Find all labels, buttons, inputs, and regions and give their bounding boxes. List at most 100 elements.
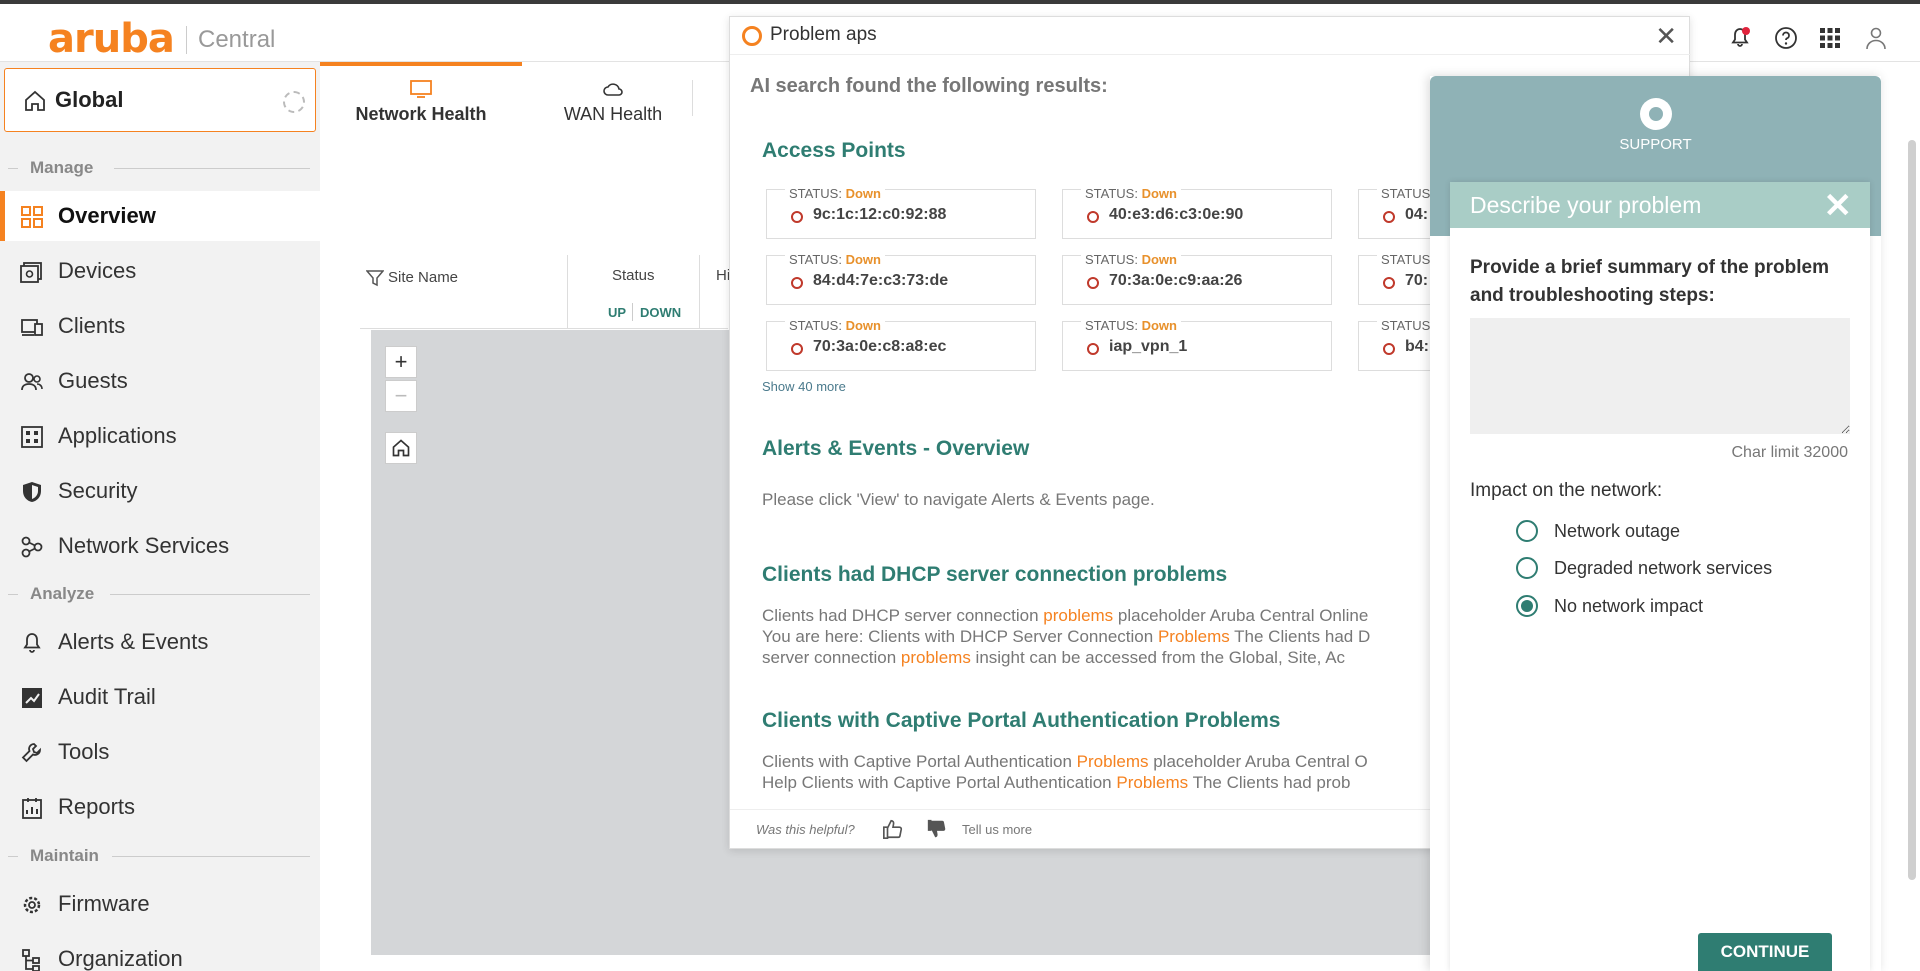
search-input[interactable]: Problem aps xyxy=(770,24,877,46)
zoom-in-button[interactable]: + xyxy=(385,346,417,378)
sidebar-item-guests[interactable]: Guests xyxy=(0,356,320,406)
char-limit-label: Char limit 32000 xyxy=(1731,444,1849,461)
impact-option-network-outage[interactable]: Network outage xyxy=(1516,518,1916,548)
user-profile-icon[interactable] xyxy=(1864,26,1888,50)
ap-result-card[interactable]: STATUS: Down 84:d4:7e:c3:73:de xyxy=(766,252,1036,305)
alerts-events-heading[interactable]: Alerts & Events - Overview xyxy=(762,437,1029,461)
column-status[interactable]: Status xyxy=(612,267,655,284)
logo-divider xyxy=(186,26,187,54)
support-logo-icon xyxy=(1640,98,1672,130)
show-more-link[interactable]: Show 40 more xyxy=(762,379,846,394)
radio-button[interactable] xyxy=(1516,520,1538,542)
sidebar-item-network-services[interactable]: Network Services xyxy=(0,521,320,571)
loading-spinner-icon xyxy=(283,91,305,113)
search-bar: Problem aps ✕ xyxy=(730,17,1691,55)
impact-label: Impact on the network: xyxy=(1470,480,1663,501)
applications-icon xyxy=(21,426,43,448)
aruba-logo[interactable]: aruba xyxy=(48,16,175,62)
section-manage: Manage xyxy=(8,158,310,178)
status-up-label: UP xyxy=(608,305,627,320)
help-icon[interactable] xyxy=(1774,26,1798,50)
ap-result-card[interactable]: STATUS: Down iap_vpn_1 xyxy=(1062,318,1332,371)
status-down-icon xyxy=(1383,211,1395,223)
radio-button[interactable] xyxy=(1516,557,1538,579)
status-down-icon xyxy=(791,277,803,289)
thumbs-down-icon[interactable] xyxy=(926,818,948,840)
scope-selector[interactable]: Global xyxy=(4,68,316,132)
product-name: Central xyxy=(198,26,276,53)
wrench-icon xyxy=(21,743,41,763)
ap-result-card[interactable]: STATUS: Down 70:3a:0e:c8:a8:ec xyxy=(766,318,1036,371)
shield-icon xyxy=(23,482,41,502)
status-down-icon xyxy=(1383,277,1395,289)
ap-result-card[interactable]: STATUS: Down 70:3a:0e:c9:aa:26 xyxy=(1062,252,1332,305)
organization-icon xyxy=(22,949,40,971)
sidebar-item-security[interactable]: Security xyxy=(0,466,320,516)
page-scrollbar[interactable] xyxy=(1908,140,1916,880)
status-down-icon xyxy=(791,211,803,223)
devices-icon xyxy=(20,262,42,283)
describe-problem-card: Describe your problem ✕ Provide a brief … xyxy=(1450,182,1870,971)
monitor-icon xyxy=(410,80,432,98)
home-icon xyxy=(25,90,45,111)
filter-icon[interactable] xyxy=(366,269,384,287)
sidebar-item-alerts-events[interactable]: Alerts & Events xyxy=(0,617,320,667)
problem-summary-input[interactable] xyxy=(1470,318,1850,434)
describe-problem-header: Describe your problem ✕ xyxy=(1450,182,1870,228)
bell-icon xyxy=(23,633,41,653)
alerts-events-text: Please click 'View' to navigate Alerts &… xyxy=(762,490,1155,509)
zoom-out-button[interactable]: − xyxy=(385,380,417,412)
status-down-icon xyxy=(1383,343,1395,355)
impact-option-no-impact[interactable]: No network impact xyxy=(1516,593,1916,623)
app-grid-icon[interactable] xyxy=(1818,26,1842,50)
cloud-icon xyxy=(603,83,623,96)
sidebar-item-reports[interactable]: Reports xyxy=(0,782,320,832)
dhcp-problems-heading[interactable]: Clients had DHCP server connection probl… xyxy=(762,563,1227,587)
sidebar-item-organization[interactable]: Organization xyxy=(0,934,320,971)
status-down-icon xyxy=(1087,211,1099,223)
thumbs-up-icon[interactable] xyxy=(882,818,904,840)
tab-network-health[interactable]: Network Health xyxy=(320,62,522,128)
section-maintain: Maintain xyxy=(8,846,310,866)
ap-result-card[interactable]: STATUS: Down 40:e3:d6:c3:0e:90 xyxy=(1062,186,1332,239)
status-down-label: DOWN xyxy=(640,305,682,320)
sidebar-item-devices[interactable]: Devices xyxy=(0,246,320,296)
close-icon[interactable]: ✕ xyxy=(1824,186,1853,226)
guests-icon xyxy=(21,373,43,391)
sidebar-item-overview[interactable]: Overview xyxy=(0,191,320,241)
access-points-heading[interactable]: Access Points xyxy=(762,139,906,163)
tell-us-more-link[interactable]: Tell us more xyxy=(962,822,1032,837)
column-site-name[interactable]: Site Name xyxy=(388,269,458,286)
captive-portal-heading[interactable]: Clients with Captive Portal Authenticati… xyxy=(762,709,1280,733)
tab-wan-health[interactable]: WAN Health xyxy=(522,62,704,128)
tab-divider xyxy=(692,80,693,116)
radio-button-selected[interactable] xyxy=(1516,595,1538,617)
sidebar: Global Manage Overview Devices Clients G… xyxy=(0,62,320,971)
network-services-icon xyxy=(21,536,43,558)
sidebar-item-audit-trail[interactable]: Audit Trail xyxy=(0,672,320,722)
sidebar-item-tools[interactable]: Tools xyxy=(0,727,320,777)
firmware-gear-icon xyxy=(23,896,41,914)
describe-problem-title: Describe your problem xyxy=(1470,192,1702,218)
search-icon xyxy=(742,26,762,46)
status-down-icon xyxy=(791,343,803,355)
section-analyze: Analyze xyxy=(8,584,310,604)
close-icon[interactable]: ✕ xyxy=(1655,21,1677,52)
sidebar-item-firmware[interactable]: Firmware xyxy=(0,879,320,929)
map-home-button[interactable] xyxy=(385,432,417,464)
home-icon xyxy=(392,439,410,457)
ap-result-card[interactable]: STATUS: Down 9c:1c:12:c0:92:88 xyxy=(766,186,1036,239)
clients-icon xyxy=(21,319,43,336)
continue-button[interactable]: CONTINUE xyxy=(1698,933,1832,971)
sidebar-item-clients[interactable]: Clients xyxy=(0,301,320,351)
captive-portal-text: Clients with Captive Portal Authenticati… xyxy=(762,752,1368,792)
dhcp-problems-text: Clients had DHCP server connection probl… xyxy=(762,606,1371,667)
status-down-icon xyxy=(1087,277,1099,289)
overview-grid-icon xyxy=(21,206,43,228)
search-results-heading: AI search found the following results: xyxy=(750,75,1108,97)
notification-bell-icon[interactable] xyxy=(1728,26,1752,50)
audit-trail-icon xyxy=(22,688,42,708)
impact-option-degraded[interactable]: Degraded network services xyxy=(1516,555,1916,585)
helpful-question: Was this helpful? xyxy=(756,822,855,837)
sidebar-item-applications[interactable]: Applications xyxy=(0,411,320,461)
